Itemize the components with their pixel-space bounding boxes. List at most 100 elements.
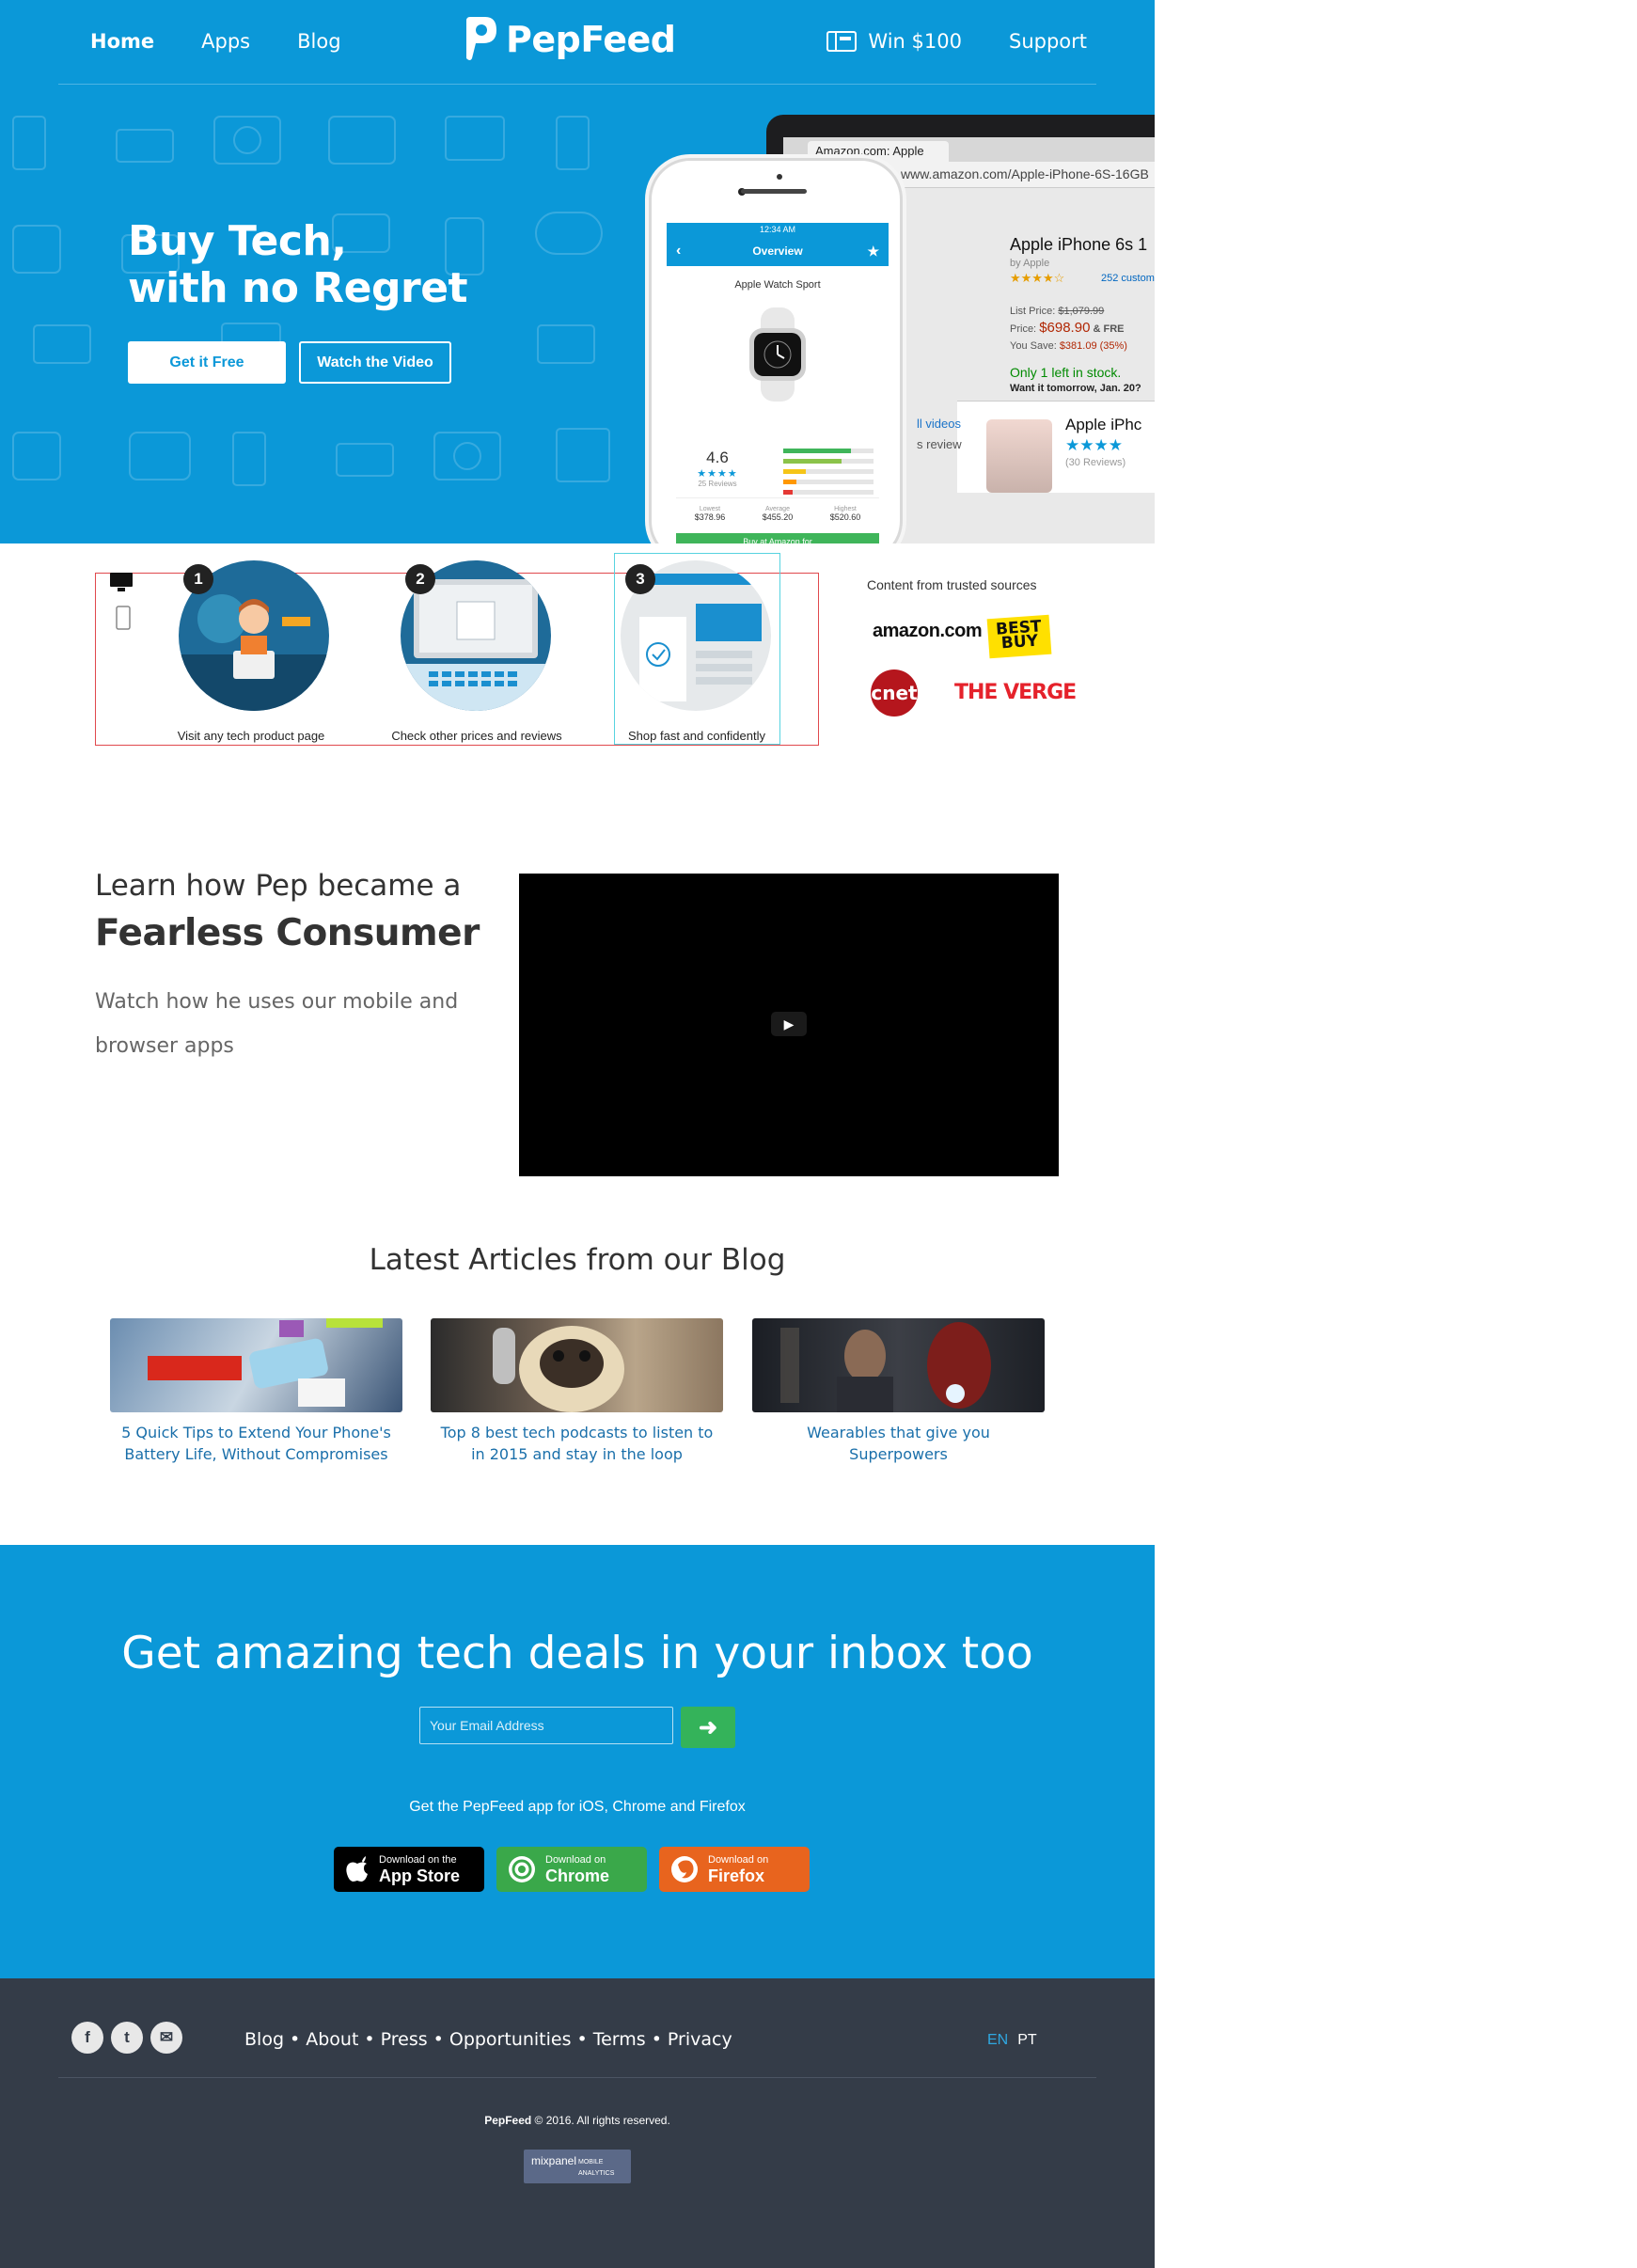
blog-card-2[interactable]: Top 8 best tech podcasts to listen to in… bbox=[431, 1318, 723, 1465]
desktop-icon[interactable] bbox=[109, 572, 134, 592]
nav-support[interactable]: Support bbox=[1009, 30, 1087, 53]
newsletter-section: Get amazing tech deals in your inbox too… bbox=[0, 1545, 1155, 1978]
footer-link-privacy[interactable]: Privacy bbox=[668, 2029, 732, 2050]
hero-section: Home Apps Blog PepFeed Win $100 Support … bbox=[0, 0, 1155, 543]
blog-image-wearables[interactable] bbox=[752, 1318, 1045, 1412]
blog-card-1[interactable]: 5 Quick Tips to Extend Your Phone's Batt… bbox=[110, 1318, 402, 1465]
step-3-label: Shop fast and confidently bbox=[628, 729, 765, 743]
phone-camera bbox=[777, 174, 782, 180]
facebook-icon[interactable]: f bbox=[71, 2022, 103, 2054]
step-number: 1 bbox=[183, 564, 213, 594]
nav-win-label: Win $100 bbox=[868, 30, 962, 53]
rating-count: 25 Reviews bbox=[698, 480, 737, 488]
iron-man-image bbox=[780, 1322, 991, 1412]
rating-bar bbox=[783, 449, 874, 453]
mixpanel-sub: MOBILE ANALYTICS bbox=[578, 2159, 615, 2177]
average-label: Average bbox=[765, 506, 790, 512]
email-field[interactable] bbox=[419, 1707, 673, 1744]
footer-link-about[interactable]: About bbox=[306, 2029, 358, 2050]
firefox-store-button[interactable]: Download on Firefox bbox=[659, 1847, 810, 1892]
pepfeed-logo-icon bbox=[466, 17, 496, 60]
chrome-store-button[interactable]: Download on Chrome bbox=[496, 1847, 647, 1892]
brand-name: PepFeed bbox=[506, 19, 676, 60]
twitter-icon[interactable]: t bbox=[111, 2022, 143, 2054]
watch-video-button[interactable]: Watch the Video bbox=[299, 341, 451, 384]
phone-header: ‹ Overview ★ bbox=[667, 236, 889, 266]
rating-bars bbox=[783, 449, 874, 500]
phone-header-title: Overview bbox=[752, 244, 803, 258]
phone-status-bar: 12:34 AM bbox=[667, 223, 889, 236]
blog-image-battery[interactable] bbox=[110, 1318, 402, 1412]
panel-review-link: s review bbox=[917, 437, 962, 451]
rating-stars: ★★★★ bbox=[697, 468, 738, 480]
lang-en[interactable]: EN bbox=[987, 2032, 1008, 2049]
pepfeed-panel-links: ll videos s review bbox=[917, 414, 962, 455]
mobile-icon[interactable] bbox=[109, 605, 134, 633]
footer-link-terms[interactable]: Terms bbox=[593, 2029, 646, 2050]
submit-arrow-button[interactable]: ➜ bbox=[681, 1707, 735, 1748]
blog-card-3[interactable]: Wearables that give you Superpowers bbox=[752, 1318, 1045, 1465]
nav-home[interactable]: Home bbox=[90, 30, 154, 53]
top-nav: Home Apps Blog PepFeed Win $100 Support bbox=[58, 0, 1096, 85]
panel-review-count: (30 Reviews) bbox=[1065, 457, 1126, 468]
amazon-stock: Only 1 left in stock. bbox=[1010, 365, 1122, 380]
step-2-label: Check other prices and reviews bbox=[391, 729, 562, 743]
blog-image-podcast[interactable] bbox=[431, 1318, 723, 1412]
blog-link-2[interactable]: Top 8 best tech podcasts to listen to in… bbox=[431, 1422, 723, 1465]
email-icon[interactable]: ✉ bbox=[150, 2022, 182, 2054]
blog-link-3-line1: Wearables that give you bbox=[807, 1424, 990, 1441]
blog-link-3[interactable]: Wearables that give you Superpowers bbox=[752, 1422, 1045, 1465]
phone-buy-button: Buy at Amazon for bbox=[676, 533, 879, 543]
footer: f t ✉ Blog • About • Press • Opportuniti… bbox=[0, 1978, 1155, 2268]
step-number: 2 bbox=[405, 564, 435, 594]
rating-bar bbox=[783, 459, 874, 464]
step-number: 3 bbox=[625, 564, 655, 594]
blog-link-2-line2: in 2015 and stay in the loop bbox=[471, 1445, 683, 1463]
video-subtitle: Learn how Pep became a bbox=[95, 869, 462, 903]
video-player[interactable]: ▶ bbox=[519, 874, 1059, 1176]
back-icon: ‹ bbox=[676, 243, 682, 259]
footer-separator: • bbox=[290, 2029, 301, 2050]
nav-win[interactable]: Win $100 bbox=[826, 30, 962, 53]
favorite-icon: ★ bbox=[867, 244, 879, 259]
footer-separator: • bbox=[651, 2029, 662, 2050]
highest-label: Highest bbox=[834, 506, 857, 512]
blog-link-1[interactable]: 5 Quick Tips to Extend Your Phone's Batt… bbox=[110, 1422, 402, 1465]
phone-hand-image bbox=[148, 1318, 383, 1407]
mixpanel-badge[interactable]: mixpanel MOBILE ANALYTICS bbox=[524, 2150, 631, 2183]
price: $698.90 bbox=[1039, 320, 1091, 336]
chrome-t1: Download on bbox=[545, 1853, 606, 1866]
app-store-t1: Download on the bbox=[379, 1853, 457, 1866]
price-suffix: & FRE bbox=[1093, 323, 1125, 335]
panel-product-title: Apple iPhc bbox=[1065, 416, 1142, 433]
footer-links: Blog • About • Press • Opportunities • T… bbox=[244, 2029, 732, 2050]
footer-link-opportunities[interactable]: Opportunities bbox=[449, 2029, 572, 2050]
lang-pt[interactable]: PT bbox=[1017, 2032, 1036, 2049]
newsletter-title: Get amazing tech deals in your inbox too bbox=[121, 1628, 1033, 1679]
amazon-logo: amazon.com bbox=[873, 621, 983, 641]
footer-link-blog[interactable]: Blog bbox=[244, 2029, 284, 2050]
language-switcher: EN PT bbox=[987, 2032, 1037, 2049]
phone-screen: 12:34 AM ‹ Overview ★ Apple Watch Sport … bbox=[667, 223, 889, 543]
amazon-prices: List Price: $1,079.99 Price: $698.90 & F… bbox=[1010, 303, 1127, 354]
chrome-text: Download on Chrome bbox=[545, 1854, 609, 1885]
panel-stars: ★★★★ bbox=[1065, 436, 1123, 454]
apps-text: Get the PepFeed app for iOS, Chrome and … bbox=[409, 1799, 746, 1815]
nav-blog[interactable]: Blog bbox=[297, 30, 340, 53]
blog-link-3-line2: Superpowers bbox=[849, 1445, 948, 1463]
average-price: $455.20 bbox=[762, 512, 794, 522]
footer-divider bbox=[58, 2077, 1096, 2078]
nav-apps[interactable]: Apps bbox=[201, 30, 250, 53]
app-store-t2: App Store bbox=[379, 1866, 461, 1885]
chrome-icon bbox=[509, 1856, 535, 1882]
get-it-free-button[interactable]: Get it Free bbox=[128, 341, 286, 384]
blog-section-title: Latest Articles from our Blog bbox=[369, 1243, 786, 1277]
brand-logo[interactable]: PepFeed bbox=[464, 17, 676, 62]
copyright: PepFeed © 2016. All rights reserved. bbox=[0, 2114, 1155, 2127]
video-title: Fearless Consumer bbox=[95, 912, 480, 954]
app-store-button[interactable]: Download on the App Store bbox=[334, 1847, 484, 1892]
device-switcher bbox=[109, 572, 134, 633]
play-icon[interactable]: ▶ bbox=[771, 1012, 807, 1036]
apple-icon bbox=[346, 1856, 368, 1882]
footer-link-press[interactable]: Press bbox=[381, 2029, 428, 2050]
